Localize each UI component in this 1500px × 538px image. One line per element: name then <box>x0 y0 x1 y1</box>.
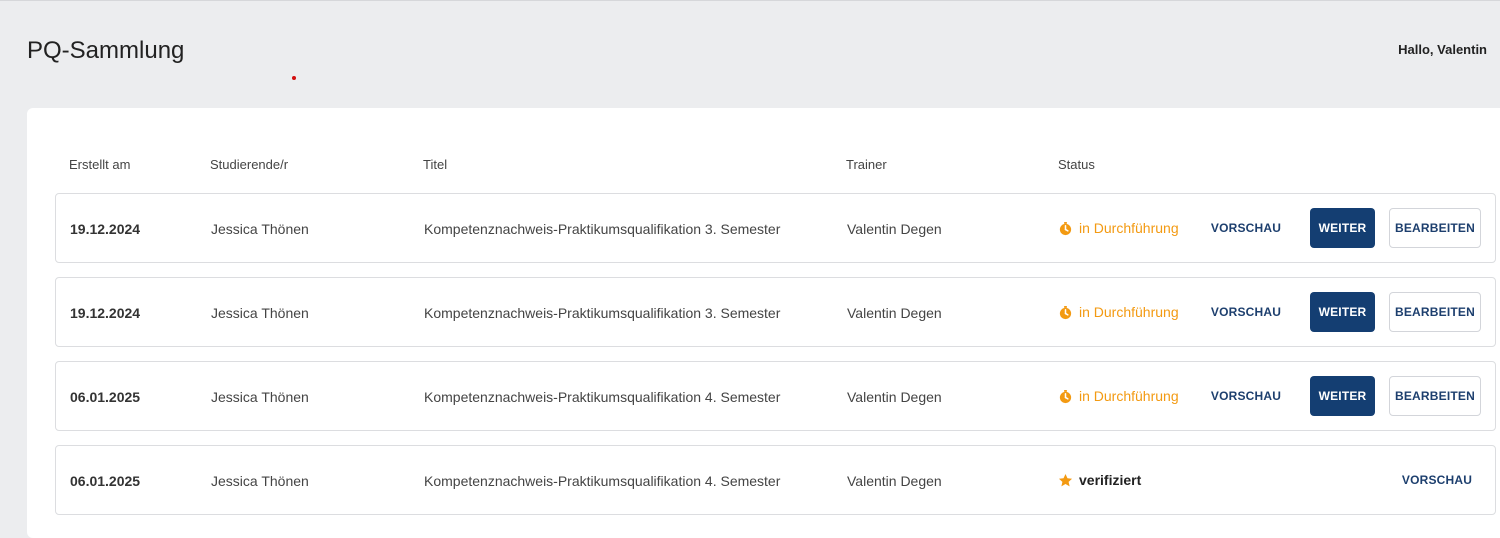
row-student: Jessica Thönen <box>211 389 309 405</box>
star-icon <box>1058 473 1073 486</box>
row-title: Kompetenznachweis-Praktikumsqualifikatio… <box>424 473 781 489</box>
top-border <box>0 0 1500 1</box>
table-header: Erstellt am Studierende/r Titel Trainer … <box>55 157 1495 175</box>
row-student: Jessica Thönen <box>211 305 309 321</box>
status-badge: in Durchführung <box>1058 388 1179 404</box>
row-student: Jessica Thönen <box>211 473 309 489</box>
status-text: verifiziert <box>1079 472 1142 488</box>
table-row: 06.01.2025 Jessica Thönen Kompetenznachw… <box>55 361 1496 431</box>
timer-icon <box>1059 389 1072 403</box>
status-badge: verifiziert <box>1058 472 1141 488</box>
edit-button[interactable]: BEARBEITEN <box>1389 376 1481 416</box>
preview-button[interactable]: VORSCHAU <box>1206 292 1286 332</box>
row-student: Jessica Thönen <box>211 221 309 237</box>
row-title: Kompetenznachweis-Praktikumsqualifikatio… <box>424 305 781 321</box>
row-date: 19.12.2024 <box>70 305 141 321</box>
continue-button[interactable]: WEITER <box>1310 208 1375 248</box>
user-greeting: Hallo, Valentin <box>1398 42 1487 57</box>
table-row: 19.12.2024 Jessica Thönen Kompetenznachw… <box>55 193 1496 263</box>
continue-button[interactable]: WEITER <box>1310 376 1375 416</box>
column-header-student: Studierende/r <box>210 157 289 172</box>
table-row: 19.12.2024 Jessica Thönen Kompetenznachw… <box>55 277 1496 347</box>
row-date: 06.01.2025 <box>70 389 141 405</box>
status-text: in Durchführung <box>1079 304 1179 320</box>
status-text: in Durchführung <box>1079 220 1179 236</box>
row-date: 19.12.2024 <box>70 221 141 237</box>
status-badge: in Durchführung <box>1058 220 1179 236</box>
preview-button[interactable]: VORSCHAU <box>1206 208 1286 248</box>
status-badge: in Durchführung <box>1058 304 1179 320</box>
row-title: Kompetenznachweis-Praktikumsqualifikatio… <box>424 221 781 237</box>
row-title: Kompetenznachweis-Praktikumsqualifikatio… <box>424 389 781 405</box>
column-header-created: Erstellt am <box>69 157 131 172</box>
row-trainer: Valentin Degen <box>847 473 942 489</box>
edit-button[interactable]: BEARBEITEN <box>1389 208 1481 248</box>
row-trainer: Valentin Degen <box>847 221 942 237</box>
edit-button[interactable]: BEARBEITEN <box>1389 292 1481 332</box>
continue-button[interactable]: WEITER <box>1310 292 1375 332</box>
status-text: in Durchführung <box>1079 388 1179 404</box>
pq-table-card: Erstellt am Studierende/r Titel Trainer … <box>27 108 1500 538</box>
row-date: 06.01.2025 <box>70 473 141 489</box>
column-header-title: Titel <box>423 157 448 172</box>
red-dot <box>292 76 296 80</box>
table-row: 06.01.2025 Jessica Thönen Kompetenznachw… <box>55 445 1496 515</box>
preview-button[interactable]: VORSCHAU <box>1392 460 1482 500</box>
timer-icon <box>1059 305 1072 319</box>
column-header-status: Status <box>1058 157 1095 172</box>
preview-button[interactable]: VORSCHAU <box>1206 376 1286 416</box>
row-trainer: Valentin Degen <box>847 389 942 405</box>
row-trainer: Valentin Degen <box>847 305 942 321</box>
page-title: PQ-Sammlung <box>27 37 185 64</box>
column-header-trainer: Trainer <box>846 157 887 172</box>
timer-icon <box>1059 221 1072 235</box>
